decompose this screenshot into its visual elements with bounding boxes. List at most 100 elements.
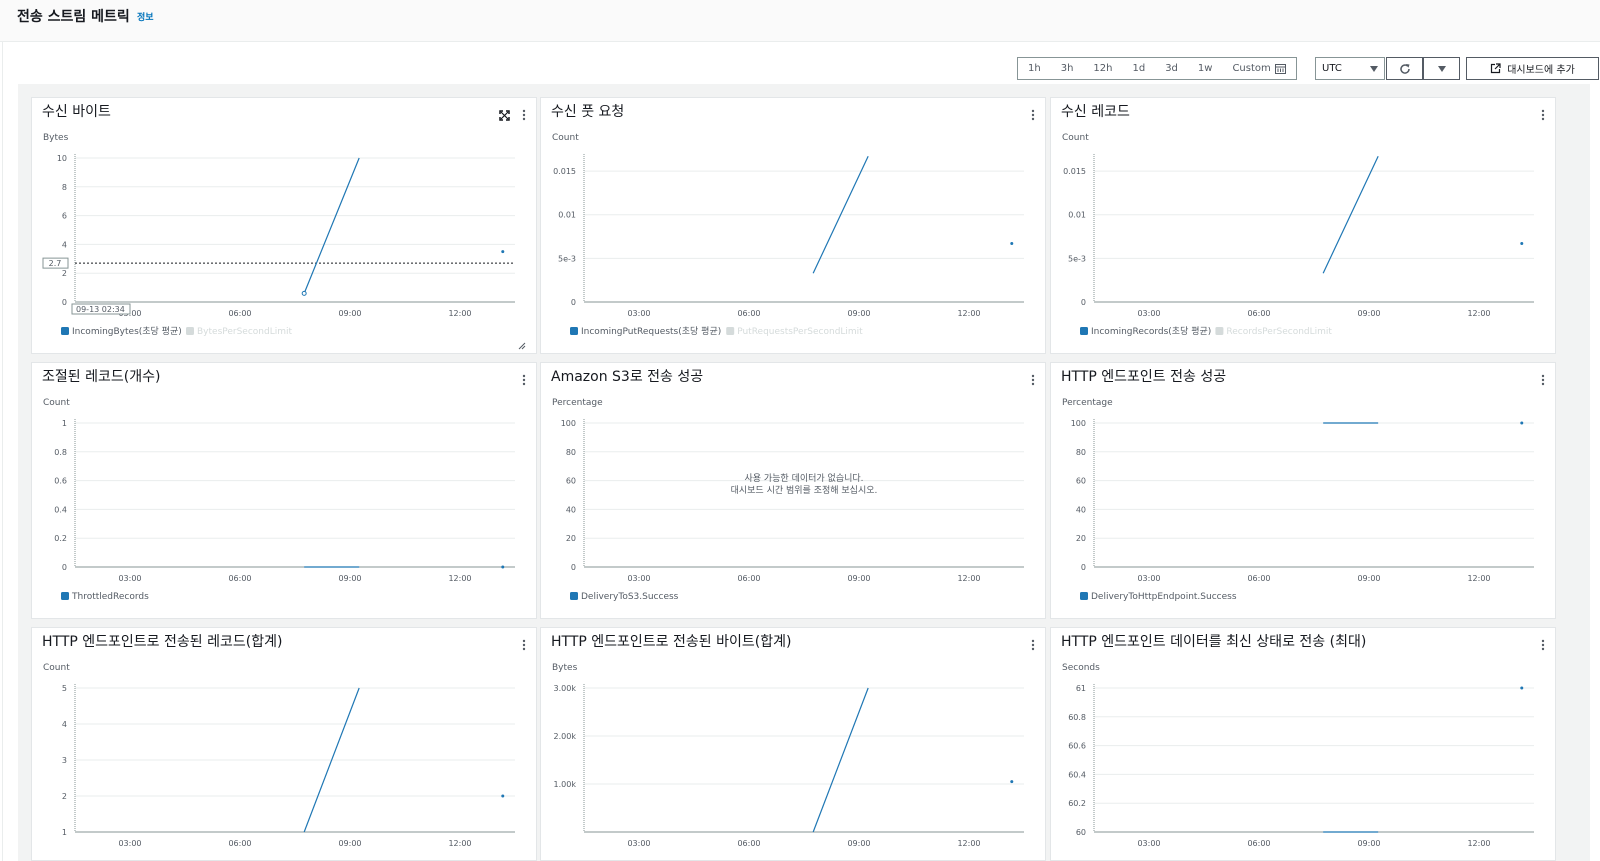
more-options-icon[interactable] [1541,371,1545,386]
y-axis-unit: Percentage [1062,398,1113,408]
metric-widget: Bytes 1.00k 2.00k 3.00k 03:00 06:00 09:00 12:00… [540,627,1046,861]
y-tick-label: 0.2 [54,534,67,543]
legend-label[interactable]: IncomingPutRequests(초당 평균) [581,326,721,337]
x-tick-label: 12:00 [448,839,471,848]
metric-widget: Bytes024681003:0006:0009:0012:002.709-13… [31,97,537,354]
refresh-options-button[interactable] [1423,57,1460,80]
x-tick-label: 03:00 [1137,839,1160,848]
hover-point [301,290,307,296]
chart-svg: Percentage 0 20 40 60 80 100 03:00 06:00 09:00 12:… [1062,398,1534,602]
x-tick-label: 09:00 [338,839,361,848]
legend-swatch[interactable] [61,327,69,335]
time-range-12h[interactable]: 12h [1083,58,1122,79]
more-options-icon[interactable] [1031,106,1035,121]
x-tick-label: 03:00 [627,309,650,318]
time-range-1w[interactable]: 1w [1188,58,1223,79]
legend-label[interactable]: RecordsPerSecondLimit [1226,327,1332,337]
x-tick-label: 09:00 [847,309,870,318]
add-to-dashboard-button[interactable]: 대시보드에 추가 [1466,57,1599,80]
legend-label[interactable]: IncomingRecords(초당 평균) [1091,326,1211,337]
data-point [501,250,505,254]
legend-swatch[interactable] [726,327,735,335]
hover-value: 2.7 [49,259,62,268]
x-tick-label: 06:00 [228,309,251,318]
more-options-icon[interactable] [522,371,526,386]
y-tick-label: 5 [62,684,67,693]
legend-label[interactable]: PutRequestsPerSecondLimit [737,327,863,337]
legend-swatch[interactable] [1215,327,1224,335]
y-tick-label: 0.015 [553,167,576,176]
x-tick-label: 12:00 [1467,574,1490,583]
y-tick-label: 2 [62,269,67,278]
info-link[interactable]: 정보 [137,10,154,23]
legend-label[interactable]: ThrottledRecords [71,592,149,602]
metric-widget: Count 1 2 3 4 5 03:00 06:00 09:00 12:00 HTTP 엔드포인트… [31,627,537,861]
custom-range-button[interactable]: Custom [1222,58,1295,79]
y-tick-label: 0 [62,563,67,572]
metric-widget: Percentage 0 20 40 60 80 100 03:00 06:00 09:00 12:… [540,362,1046,619]
legend-swatch[interactable] [1080,592,1088,600]
y-tick-label: 60.8 [1068,713,1086,722]
widget-title: HTTP 엔드포인트로 전송된 바이트(합계) [551,634,792,650]
y-axis-unit: Seconds [1062,663,1100,673]
more-options-icon[interactable] [1031,371,1035,386]
x-tick-label: 06:00 [228,839,251,848]
legend-swatch[interactable] [61,592,69,600]
more-options-icon[interactable] [522,636,526,651]
refresh-button[interactable] [1386,57,1423,80]
page-header: 전송 스트림 메트릭 정보 [0,0,1600,42]
y-tick-label: 61 [1076,684,1086,693]
data-point [1520,242,1524,246]
y-tick-label: 60.6 [1068,742,1086,751]
resize-handle-icon[interactable] [518,342,526,350]
data-point [1010,242,1014,246]
more-options-icon[interactable] [1541,106,1545,121]
expand-icon[interactable] [499,106,510,121]
y-tick-label: 1 [62,828,67,837]
legend-label[interactable]: DeliveryToHttpEndpoint.Success [1091,592,1237,602]
legend-label[interactable]: IncomingBytes(초당 평균) [72,326,182,337]
y-tick-label: 4 [62,240,67,249]
y-tick-label: 40 [566,505,576,514]
x-tick-label: 06:00 [737,839,760,848]
x-tick-label: 03:00 [118,839,141,848]
custom-label: Custom [1232,63,1271,74]
legend-swatch[interactable] [570,327,578,335]
more-options-icon[interactable] [1541,636,1545,651]
y-tick-label: 0.4 [54,505,67,514]
y-tick-label: 2.00k [554,732,577,741]
timezone-select[interactable]: UTC [1315,57,1385,80]
y-tick-label: 0.8 [54,448,67,457]
widget-title: HTTP 엔드포인트 전송 성공 [1061,369,1227,385]
y-tick-label: 20 [566,534,576,543]
y-tick-label: 60 [1076,828,1086,837]
x-tick-label: 09:00 [1357,574,1380,583]
y-tick-label: 1 [62,419,67,428]
time-range-3d[interactable]: 3d [1155,58,1188,79]
legend-label[interactable]: DeliveryToS3.Success [581,592,679,602]
y-tick-label: 0.01 [1068,211,1086,220]
data-point [1010,780,1014,784]
more-options-icon[interactable] [1031,636,1035,651]
x-tick-label: 09:00 [338,574,361,583]
y-tick-label: 1.00k [554,780,577,789]
x-tick-label: 12:00 [957,309,980,318]
legend-label[interactable]: BytesPerSecondLimit [197,327,293,337]
caret-down-icon [1437,65,1446,72]
y-tick-label: 0 [1081,563,1086,572]
x-tick-label: 06:00 [1247,309,1270,318]
legend-swatch[interactable] [570,592,578,600]
x-tick-label: 12:00 [957,574,980,583]
y-tick-label: 5e-3 [1068,254,1086,263]
legend-swatch[interactable] [1080,327,1088,335]
legend-swatch[interactable] [186,327,194,335]
x-tick-label: 03:00 [118,574,141,583]
chart-svg: Bytes 1.00k 2.00k 3.00k 03:00 06:00 09:00 12:00 [552,663,1024,848]
more-options-icon[interactable] [522,106,526,121]
data-point [501,565,505,569]
time-range-1h[interactable]: 1h [1018,58,1051,79]
time-range-3h[interactable]: 3h [1051,58,1084,79]
x-tick-label: 09:00 [1357,309,1380,318]
x-tick-label: 12:00 [1467,839,1490,848]
time-range-1d[interactable]: 1d [1122,58,1155,79]
